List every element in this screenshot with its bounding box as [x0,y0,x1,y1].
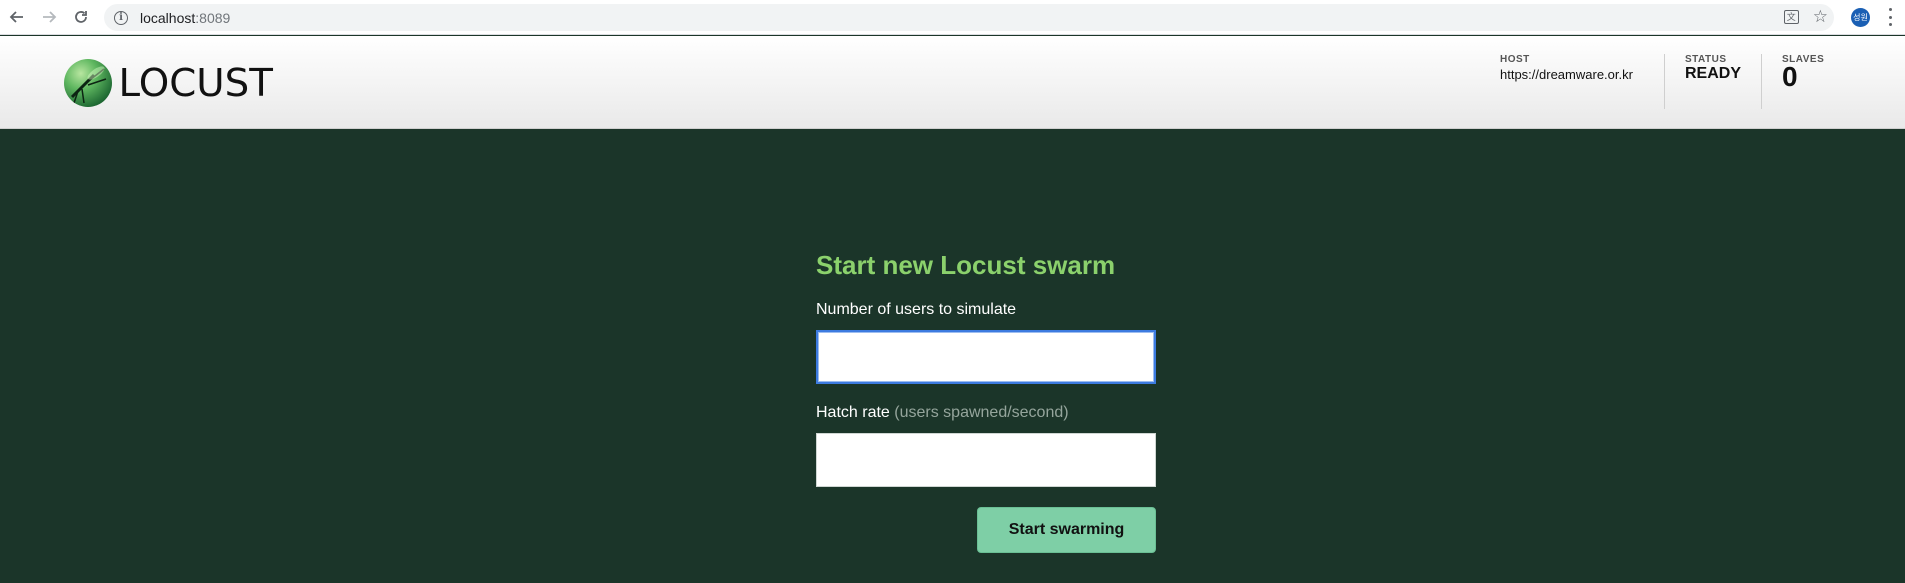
stat-divider [1664,54,1665,109]
bookmark-star-icon[interactable]: ☆ [1813,8,1828,25]
host-value: https://dreamware.or.kr [1500,67,1633,82]
hatch-rate-input[interactable] [816,433,1156,487]
browser-toolbar: i localhost:8089 文 ☆ 성원 [0,0,1905,35]
profile-avatar[interactable]: 성원 [1851,8,1870,27]
hatch-rate-label: Hatch rate (users spawned/second) [816,404,1156,422]
hatch-rate-label-text: Hatch rate [816,404,890,421]
forward-button[interactable] [38,6,60,28]
hatch-rate-hint: (users spawned/second) [894,404,1069,421]
locust-logo: LOCUST [64,58,273,108]
status-stat: STATUS READY [1685,54,1741,83]
site-info-icon[interactable]: i [114,10,128,25]
slaves-value: 0 [1782,61,1798,92]
status-value: READY [1685,65,1742,82]
translate-icon[interactable]: 文 [1783,9,1799,24]
address-bar[interactable]: i localhost:8089 文 ☆ [104,4,1834,31]
host-label: HOST [1500,54,1530,65]
logo-text: LOCUST [118,61,273,105]
start-swarming-button[interactable]: Start swarming [977,507,1156,553]
submit-row: Start swarming [816,507,1156,553]
users-label: Number of users to simulate [816,301,1017,318]
slaves-stat: SLAVES 0 [1782,54,1824,91]
arrow-left-icon [9,11,23,23]
arrow-right-icon [43,11,57,23]
url-host: localhost [140,9,196,26]
stat-divider [1761,54,1762,109]
reload-button[interactable] [70,6,92,28]
url-port: :8089 [195,9,231,26]
browser-menu-icon[interactable] [1887,8,1893,26]
back-button[interactable] [6,6,28,28]
app-header: LOCUST HOST https://dreamware.or.kr STAT… [0,36,1905,129]
host-stat: HOST https://dreamware.or.kr [1500,54,1633,82]
locust-logo-icon [64,59,112,107]
form-title: Start new Locust swarm [816,250,1116,280]
start-swarm-form: Start new Locust swarm Number of users t… [816,250,1156,553]
users-input[interactable] [816,330,1156,384]
reload-icon [75,11,87,23]
status-label: STATUS [1685,54,1727,65]
